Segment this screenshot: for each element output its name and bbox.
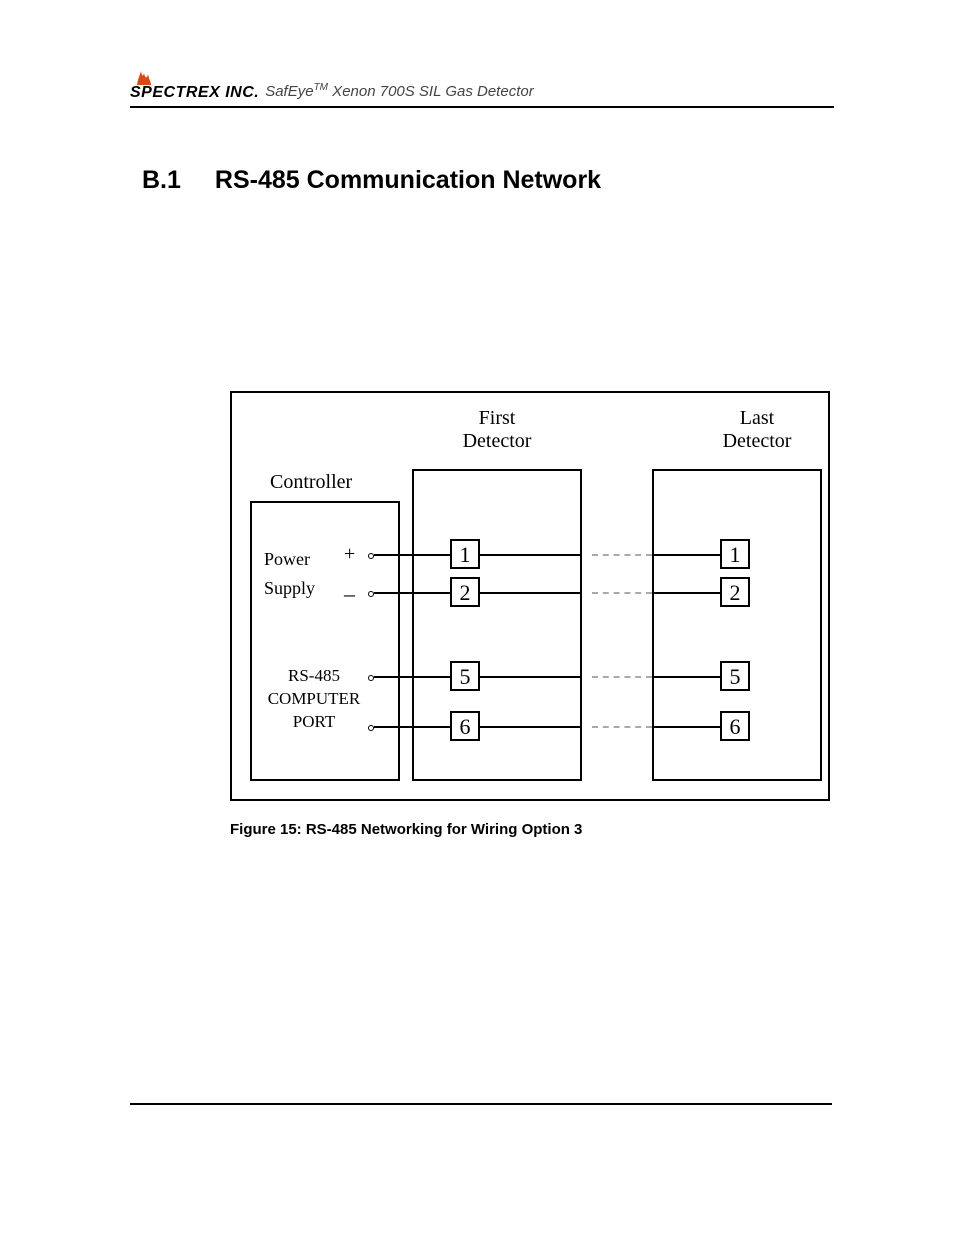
product-name: SafEyeTM Xenon 700S SIL Gas Detector xyxy=(265,82,534,102)
pin-box: 1 xyxy=(720,539,750,569)
pin-box: 5 xyxy=(720,661,750,691)
wire xyxy=(480,726,582,728)
wire-continuation xyxy=(592,592,652,594)
wire xyxy=(374,592,450,594)
pin-box: 1 xyxy=(450,539,480,569)
first-detector-box xyxy=(412,469,582,781)
wire xyxy=(480,592,582,594)
label-first-detector: First Detector xyxy=(442,407,552,453)
wire xyxy=(652,676,720,678)
wire xyxy=(374,554,450,556)
wire xyxy=(652,726,720,728)
wire xyxy=(652,592,720,594)
pin-box: 2 xyxy=(720,577,750,607)
figure-caption: Figure 15: RS-485 Networking for Wiring … xyxy=(230,821,830,838)
wire-continuation xyxy=(592,554,652,556)
brand-logo: SPECTREX INC. xyxy=(130,68,259,102)
footer-rule xyxy=(130,1103,832,1105)
section-heading: B.1 RS-485 Communication Network xyxy=(142,166,834,195)
label-controller: Controller xyxy=(270,471,352,494)
label-last-detector: Last Detector xyxy=(702,407,812,453)
pin-box: 6 xyxy=(720,711,750,741)
wire xyxy=(652,554,720,556)
page-header: SPECTREX INC. SafEyeTM Xenon 700S SIL Ga… xyxy=(130,68,834,108)
pin-box: 2 xyxy=(450,577,480,607)
wiring-diagram: First Detector Last Detector Controller … xyxy=(230,391,830,801)
label-power-supply: Power Supply xyxy=(264,545,315,603)
label-rs485-port: RS-485 COMPUTER PORT xyxy=(266,665,362,734)
brand-text: SPECTREX INC. xyxy=(130,84,259,102)
pin-box: 5 xyxy=(450,661,480,691)
controller-box: Power Supply + – RS-485 COMPUTER PORT xyxy=(250,501,400,781)
section-title: RS-485 Communication Network xyxy=(215,166,601,195)
wire xyxy=(374,726,450,728)
section-number: B.1 xyxy=(142,166,181,195)
pin-box: 6 xyxy=(450,711,480,741)
plus-sign: + xyxy=(344,543,355,566)
wire xyxy=(374,676,450,678)
wire xyxy=(480,676,582,678)
wire-continuation xyxy=(592,726,652,728)
wire-continuation xyxy=(592,676,652,678)
wire xyxy=(480,554,582,556)
minus-sign: – xyxy=(344,581,355,607)
